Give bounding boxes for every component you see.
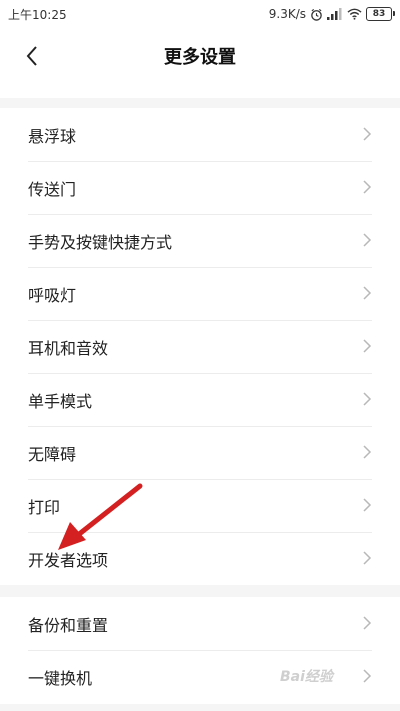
settings-group-backup: 备份和重置 一键换机 (0, 597, 400, 703)
list-item-label: 打印 (28, 497, 61, 517)
chevron-right-icon (363, 498, 372, 512)
list-item-label: 耳机和音效 (28, 338, 109, 358)
list-item-one-click-transfer[interactable]: 一键换机 (0, 650, 400, 703)
list-item-gestures-shortcuts[interactable]: 手势及按键快捷方式 (0, 214, 400, 267)
settings-group-main: 悬浮球 传送门 手势及按键快捷方式 呼吸灯 耳机和音效 单手模式 无障碍 打印 … (0, 108, 400, 585)
back-button[interactable] (18, 42, 46, 70)
list-item-one-hand-mode[interactable]: 单手模式 (0, 373, 400, 426)
list-item-label: 一键换机 (28, 668, 93, 688)
list-item-label: 悬浮球 (28, 126, 77, 146)
chevron-right-icon (363, 669, 372, 683)
list-item-label: 手势及按键快捷方式 (28, 232, 173, 252)
chevron-right-icon (363, 233, 372, 247)
list-item-label: 无障碍 (28, 444, 77, 464)
watermark-logo: Bai经验 (280, 669, 333, 685)
list-item-developer-options[interactable]: 开发者选项 (0, 532, 400, 585)
chevron-right-icon (363, 180, 372, 194)
chevron-right-icon (363, 392, 372, 406)
status-time: 上午10:25 (8, 7, 67, 22)
chevron-right-icon (363, 286, 372, 300)
network-speed: 9.3K/s (268, 7, 306, 21)
list-item-label: 备份和重置 (28, 615, 109, 635)
back-chevron-icon (26, 46, 37, 66)
list-item-accessibility[interactable]: 无障碍 (0, 426, 400, 479)
page-title: 更多设置 (164, 47, 236, 68)
alarm-icon (311, 8, 322, 21)
list-item-floating-ball[interactable]: 悬浮球 (0, 108, 400, 161)
section-divider (0, 704, 400, 711)
signal-icon (327, 8, 342, 20)
status-icons: 9.3K/s 83 (269, 7, 400, 21)
list-item-label: 呼吸灯 (28, 285, 77, 305)
chevron-right-icon (363, 551, 372, 565)
section-divider (0, 98, 400, 108)
section-divider (0, 585, 400, 597)
list-item-label: 传送门 (28, 179, 77, 199)
list-item-label: 单手模式 (28, 391, 93, 411)
list-item-headphones-audio[interactable]: 耳机和音效 (0, 320, 400, 373)
list-item-label: 开发者选项 (28, 550, 109, 570)
list-item-backup-reset[interactable]: 备份和重置 (0, 597, 400, 650)
chevron-right-icon (363, 616, 372, 630)
list-item-printing[interactable]: 打印 (0, 479, 400, 532)
chevron-right-icon (363, 127, 372, 141)
list-item-portal[interactable]: 传送门 (0, 161, 400, 214)
battery-icon: 83 (366, 7, 395, 21)
wifi-icon (347, 8, 362, 20)
status-bar: 上午10:25 9.3K/s 83 (0, 0, 400, 28)
chevron-right-icon (363, 445, 372, 459)
chevron-right-icon (363, 339, 372, 353)
app-header: 更多设置 (0, 28, 400, 84)
list-item-breathing-light[interactable]: 呼吸灯 (0, 267, 400, 320)
